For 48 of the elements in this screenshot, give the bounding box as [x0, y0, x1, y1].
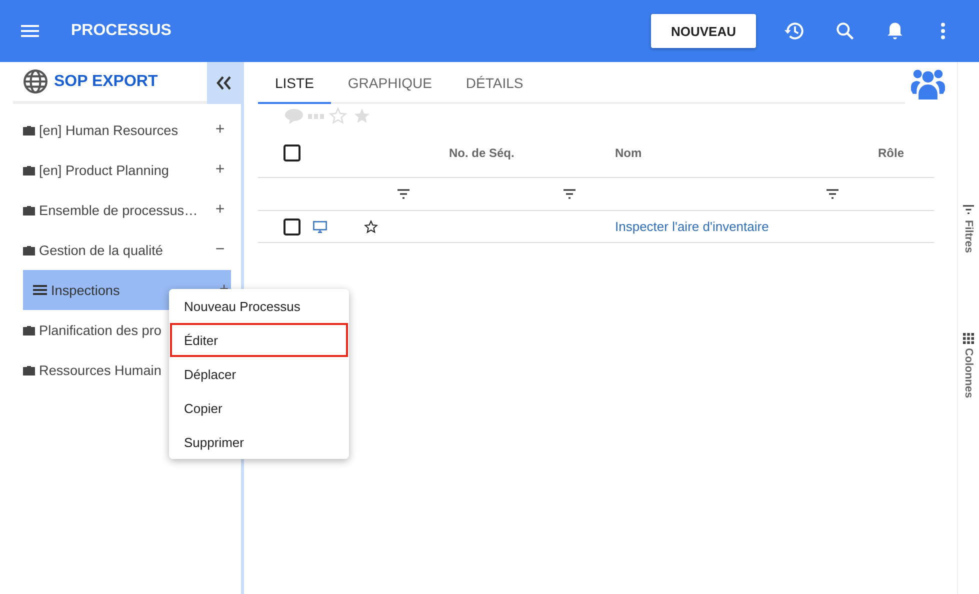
new-button[interactable]: NOUVEAU	[650, 14, 756, 48]
menu-item[interactable]: Éditer	[170, 323, 348, 357]
tree-item[interactable]: Gestion de la qualité −	[23, 230, 227, 270]
tree-item[interactable]: [en] Product Planning +	[23, 150, 227, 190]
filter-icon[interactable]	[826, 189, 839, 199]
tree-item[interactable]: Ensemble de processus… +	[23, 190, 227, 230]
collapse-icon[interactable]: −	[213, 241, 227, 259]
history-icon[interactable]	[784, 20, 806, 42]
list-icon	[33, 285, 47, 295]
process-link[interactable]: Inspecter l'aire d'inventaire	[615, 219, 769, 234]
expand-icon[interactable]: +	[213, 161, 227, 179]
column-header[interactable]: Rôle	[878, 146, 904, 160]
filter-icon[interactable]	[397, 189, 410, 199]
menu-icon[interactable]	[21, 25, 39, 37]
column-header[interactable]: No. de Séq.	[449, 146, 514, 160]
briefcase-icon	[23, 324, 35, 336]
briefcase-icon	[23, 164, 35, 176]
grid-icon[interactable]	[963, 333, 974, 344]
star-icon[interactable]	[352, 107, 372, 125]
column-header[interactable]: Nom	[615, 146, 642, 160]
tree-item[interactable]: [en] Human Resources +	[23, 110, 227, 150]
search-icon[interactable]	[834, 20, 856, 42]
collapse-icon[interactable]	[216, 76, 232, 90]
expand-icon[interactable]: +	[213, 121, 227, 139]
menu-item[interactable]: Supprimer	[170, 425, 348, 459]
star-outline-icon[interactable]	[364, 220, 378, 234]
briefcase-icon	[23, 204, 35, 216]
menu-item[interactable]: Déplacer	[170, 357, 348, 391]
tab[interactable]: GRAPHIQUE	[330, 62, 449, 104]
expand-icon[interactable]: +	[213, 201, 227, 219]
tab[interactable]: DÉTAILS	[448, 62, 540, 104]
filter-icon[interactable]	[963, 205, 974, 216]
checkbox[interactable]	[283, 144, 301, 162]
globe-icon	[23, 69, 48, 94]
tab[interactable]: LISTE	[258, 62, 331, 104]
columns-tab[interactable]: Colonnes	[962, 348, 974, 398]
menu-item[interactable]: Copier	[170, 391, 348, 425]
briefcase-icon	[23, 124, 35, 136]
users-icon[interactable]	[911, 67, 945, 100]
checkbox[interactable]	[283, 218, 301, 236]
filter-icon[interactable]	[563, 189, 576, 199]
briefcase-icon	[23, 364, 35, 376]
more-icon[interactable]	[940, 22, 946, 40]
monitor-icon[interactable]	[313, 220, 327, 232]
app-title: PROCESSUS	[71, 22, 172, 40]
filters-tab[interactable]: Filtres	[962, 220, 974, 254]
project-title: SOP EXPORT	[54, 72, 158, 90]
briefcase-icon	[23, 244, 35, 256]
